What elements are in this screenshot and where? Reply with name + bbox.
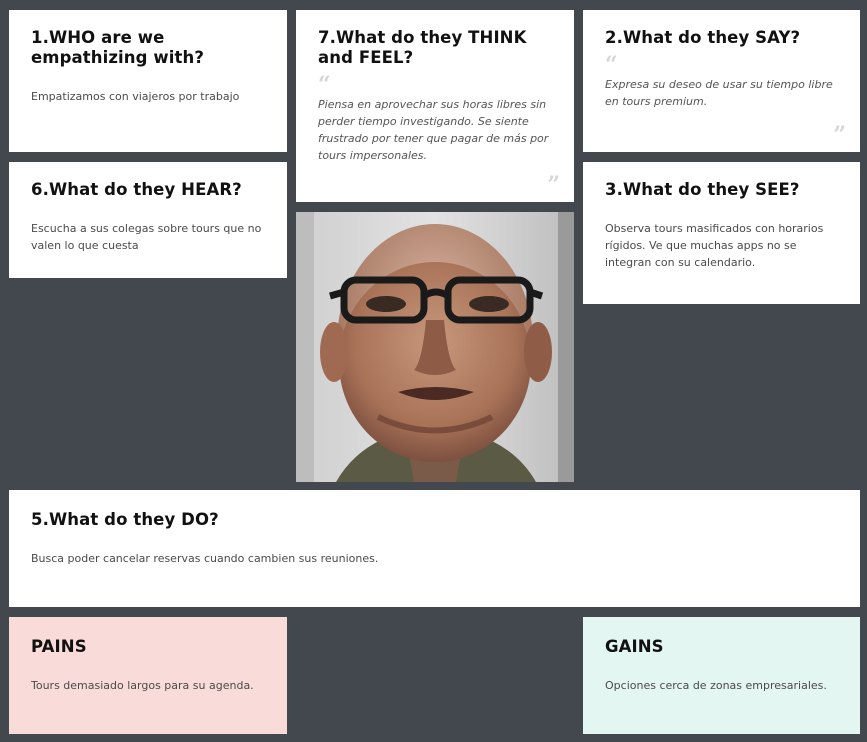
card-gains: GAINS Opciones cerca de zonas empresaria… [583, 617, 860, 734]
card-pains: PAINS Tours demasiado largos para su age… [9, 617, 287, 734]
card-gains-title: GAINS [605, 637, 664, 656]
persona-portrait-image [296, 212, 574, 482]
close-quote-icon: ” [547, 172, 560, 198]
card-hear-text: Escucha a sus colegas sobre tours que no… [31, 222, 262, 252]
card-see-title: 3.What do they SEE? [605, 180, 800, 199]
card-do-title: 5.What do they DO? [31, 510, 219, 529]
card-say-text: Expresa su deseo de usar su tiempo libre… [605, 78, 833, 108]
card-who: 1.WHO are we empathizing with? Empatizam… [9, 10, 287, 152]
card-do-text: Busca poder cancelar reservas cuando cam… [31, 552, 379, 565]
card-see-text: Observa tours masificados con horarios r… [605, 222, 824, 269]
open-quote-icon: “ [318, 72, 331, 98]
card-gains-text: Opciones cerca de zonas empresariales. [605, 679, 827, 692]
card-see: 3.What do they SEE? Observa tours masifi… [583, 162, 860, 304]
card-do: 5.What do they DO? Busca poder cancelar … [9, 490, 860, 607]
open-quote-icon: “ [605, 52, 618, 78]
card-pains-text: Tours demasiado largos para su agenda. [31, 679, 254, 692]
card-think-feel: 7.What do they THINK and FEEL? “ Piensa … [296, 10, 574, 202]
card-hear-title: 6.What do they HEAR? [31, 180, 242, 199]
card-hear: 6.What do they HEAR? Escucha a sus coleg… [9, 162, 287, 278]
card-who-text: Empatizamos con viajeros por trabajo [31, 90, 240, 103]
persona-photo [296, 212, 574, 482]
card-who-title: 1.WHO are we empathizing with? [31, 28, 204, 67]
card-think-feel-title: 7.What do they THINK and FEEL? [318, 28, 527, 67]
card-say: 2.What do they SAY? “ Expresa su deseo d… [583, 10, 860, 152]
card-think-feel-text: Piensa en aprovechar sus horas libres si… [318, 98, 549, 162]
card-say-title: 2.What do they SAY? [605, 28, 801, 47]
close-quote-icon: ” [833, 122, 846, 148]
card-pains-title: PAINS [31, 637, 87, 656]
